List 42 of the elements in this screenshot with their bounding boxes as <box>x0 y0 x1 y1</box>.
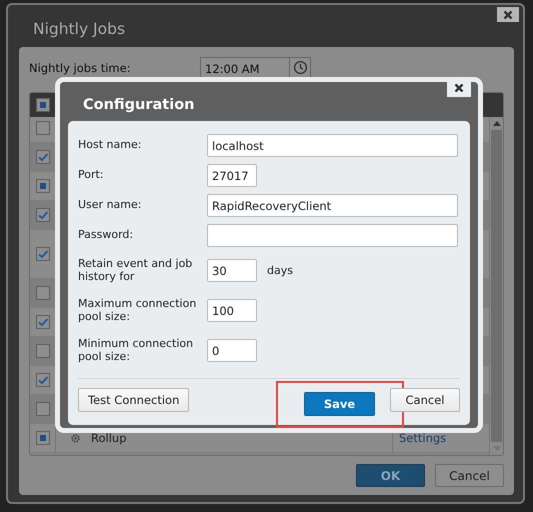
table-cell: Rollup <box>91 431 126 445</box>
window-title: Nightly Jobs <box>33 20 126 38</box>
checkbox[interactable] <box>36 98 50 112</box>
cancel-button[interactable]: Cancel <box>435 464 504 487</box>
input-field[interactable]: localhost <box>207 134 458 156</box>
password-field[interactable] <box>207 224 458 246</box>
input-field[interactable]: 30 <box>207 258 257 282</box>
clock-icon[interactable] <box>290 57 311 78</box>
checkbox[interactable] <box>36 179 50 193</box>
field-label: Maximum connection pool size: <box>78 296 198 324</box>
checkbox[interactable] <box>36 315 50 329</box>
checkbox[interactable] <box>36 247 50 261</box>
gear-icon[interactable] <box>70 432 81 444</box>
checkbox[interactable] <box>36 121 50 135</box>
checkbox[interactable] <box>36 286 50 300</box>
time-label: Nightly jobs time: <box>29 60 132 74</box>
input-field[interactable]: 27017 <box>207 164 257 186</box>
close-icon[interactable] <box>497 7 519 22</box>
field-label: Password: <box>78 228 134 242</box>
test-connection-button[interactable]: Test Connection <box>78 388 190 412</box>
input-field[interactable]: 100 <box>207 298 257 322</box>
checkbox[interactable] <box>36 344 50 358</box>
field-label: Retain event and job history for <box>78 256 194 284</box>
checkbox[interactable] <box>36 208 50 222</box>
dialog-title: Configuration <box>83 97 194 113</box>
checkbox[interactable] <box>36 402 50 416</box>
time-field[interactable]: 12:00 AM <box>200 57 290 78</box>
checkbox[interactable] <box>36 373 50 387</box>
unit-label: days <box>267 264 293 276</box>
checkbox[interactable] <box>36 431 50 445</box>
scroll-up-icon[interactable] <box>492 121 500 126</box>
field-label: Minimum connection pool size: <box>78 336 194 364</box>
field-label: User name: <box>78 198 142 212</box>
save-button[interactable]: Save <box>304 392 375 416</box>
input-field[interactable]: RapidRecoveryClient <box>207 194 458 216</box>
cancel-button[interactable]: Cancel <box>390 388 460 412</box>
input-field[interactable]: 0 <box>207 338 257 362</box>
field-label: Host name: <box>78 138 142 152</box>
checkbox[interactable] <box>36 150 50 164</box>
field-label: Port: <box>78 168 105 182</box>
scrollbar[interactable] <box>489 117 503 455</box>
close-icon[interactable] <box>447 79 471 97</box>
